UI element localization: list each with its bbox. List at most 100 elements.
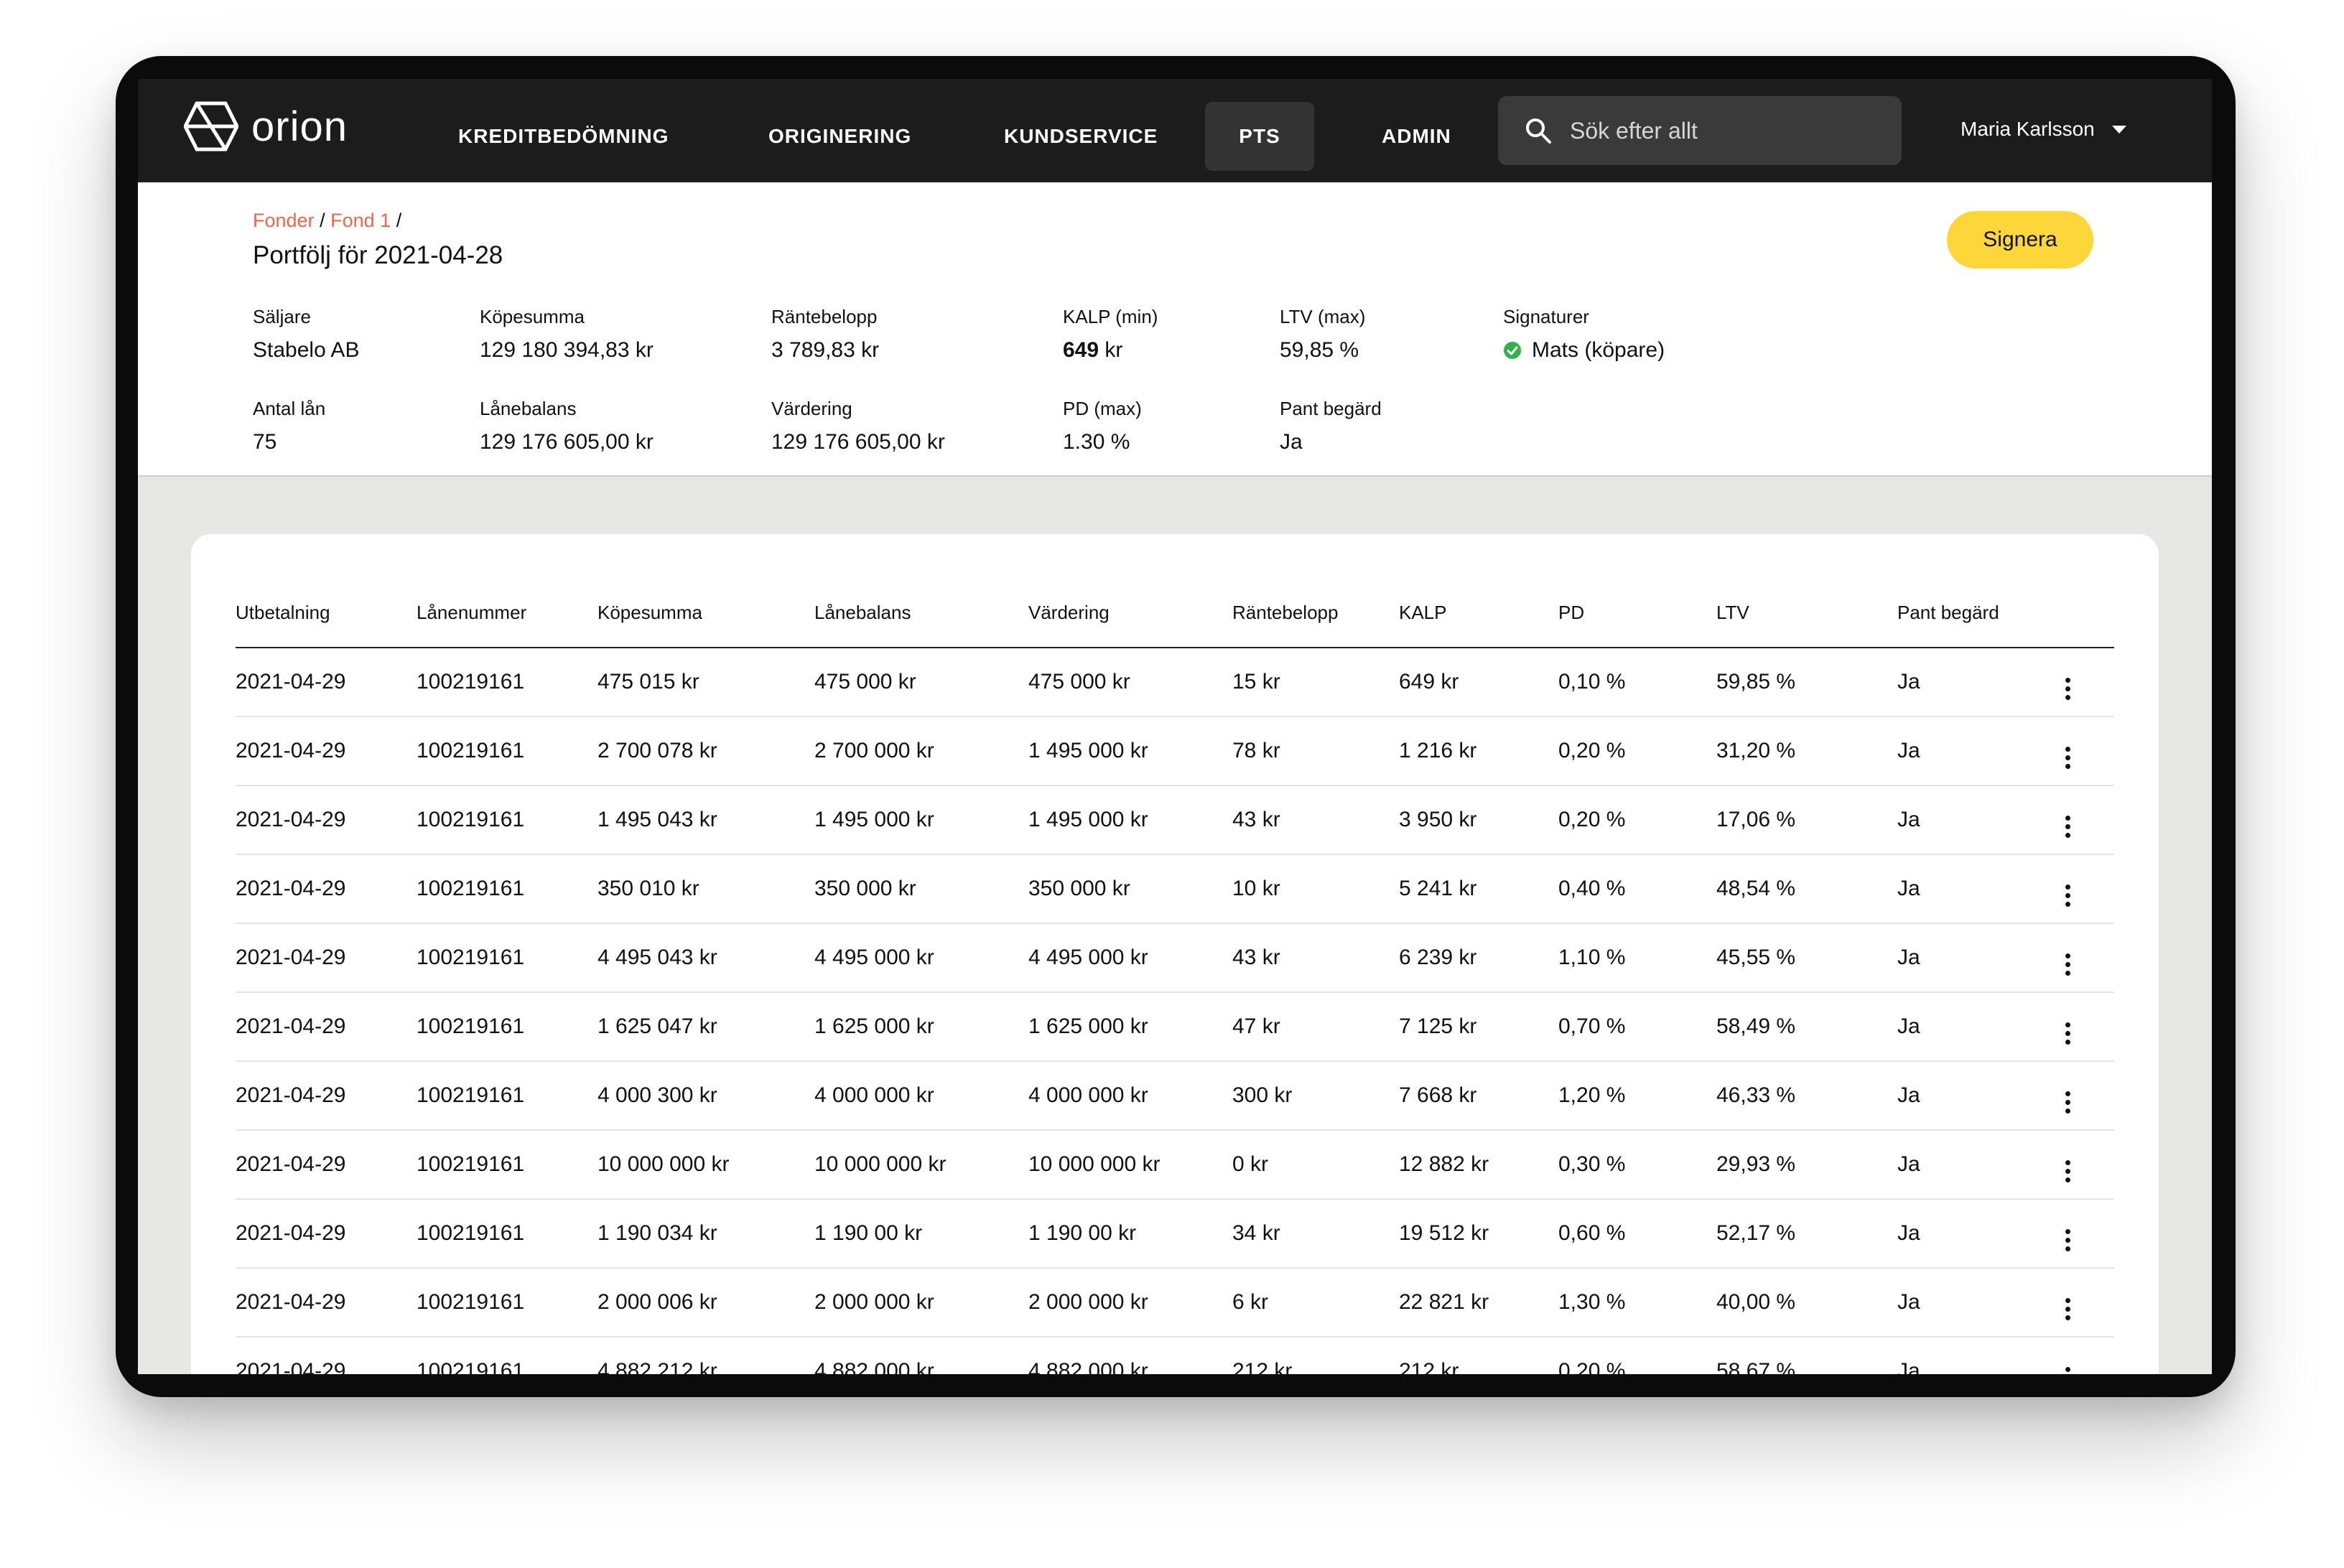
table-cell: 5 241 kr (1399, 854, 1558, 924)
stat-value-unit: kr (1099, 338, 1123, 362)
table-cell: 475 000 kr (1028, 648, 1232, 717)
table-row[interactable]: 2021-04-29 100219161 2 000 006 kr 2 000 000… (236, 1268, 2114, 1338)
breadcrumb: Fonder / Fond 1 / (253, 210, 401, 232)
column-header[interactable]: Köpesumma (597, 579, 814, 648)
table-body: 2021-04-29 100219161 475 015 kr 475 000 kr 4… (236, 648, 2114, 1374)
stat-value: 59,85 % (1280, 338, 1359, 362)
table-cell: Ja (1897, 648, 2064, 717)
more-options-icon[interactable] (2064, 885, 2071, 907)
table-cell: 4 882 212 kr (597, 1337, 814, 1374)
table-cell: 0,20 % (1558, 785, 1716, 855)
table-cell: 4 495 000 kr (814, 923, 1028, 993)
stat-pd-max: PD (max) 1.30 % (1063, 398, 1142, 454)
table-cell: Ja (1897, 1337, 2064, 1374)
table-row[interactable]: 2021-04-29 100219161 1 190 034 kr 1 190 00 … (236, 1199, 2114, 1269)
table-cell: 2 700 078 kr (597, 717, 814, 786)
row-actions-cell (2064, 648, 2114, 717)
table-row[interactable]: 2021-04-29 100219161 4 000 300 kr 4 000 000… (236, 1061, 2114, 1131)
table-cell: 4 495 000 kr (1028, 923, 1232, 993)
column-header[interactable]: Lånebalans (814, 579, 1028, 648)
column-header[interactable]: Värdering (1028, 579, 1232, 648)
row-actions-cell (2064, 854, 2114, 924)
breadcrumb-link-fonder[interactable]: Fonder (253, 210, 315, 231)
page-title: Portfölj för 2021-04-28 (253, 241, 503, 269)
more-options-icon[interactable] (2064, 1160, 2071, 1182)
table-cell: 100219161 (417, 785, 597, 855)
more-options-icon[interactable] (2064, 953, 2071, 976)
table-cell: 1 495 000 kr (814, 785, 1028, 855)
nav-item-kundservice[interactable]: KUNDSERVICE (969, 102, 1192, 171)
more-options-icon[interactable] (2064, 747, 2071, 769)
more-options-icon[interactable] (2064, 1229, 2071, 1251)
table-cell: 52,17 % (1716, 1199, 1897, 1269)
more-options-icon[interactable] (2064, 1367, 2071, 1374)
stat-value: 1.30 % (1063, 430, 1130, 454)
stat-value: 129 176 605,00 kr (771, 430, 945, 454)
user-menu[interactable]: Maria Karlsson (1961, 118, 2126, 141)
column-header[interactable]: LTV (1716, 579, 1897, 648)
table-cell: 58,49 % (1716, 992, 1897, 1062)
table-cell: 100219161 (417, 854, 597, 924)
table-row[interactable]: 2021-04-29 100219161 1 495 043 kr 1 495 000… (236, 785, 2114, 855)
nav-item-originering[interactable]: ORIGINERING (734, 102, 946, 171)
app-screen: orion KREDITBEDÖMNING ORIGINERING KUNDSE… (138, 79, 2212, 1374)
more-options-icon[interactable] (2064, 1298, 2071, 1320)
table-cell: 350 000 kr (1028, 854, 1232, 924)
stat-signatures: Signaturer Mats (köpare) (1503, 306, 1665, 363)
table-cell: 10 000 000 kr (814, 1130, 1028, 1200)
table-cell: 29,93 % (1716, 1130, 1897, 1200)
stat-label: Säljare (253, 306, 311, 327)
search-input[interactable] (1570, 117, 1886, 144)
column-header-actions (2064, 579, 2114, 648)
table-cell: 34 kr (1232, 1199, 1399, 1269)
logo[interactable]: orion (184, 101, 348, 152)
stat-seller: Säljare Stabelo AB (253, 306, 359, 363)
stat-interest-amount: Räntebelopp 3 789,83 kr (771, 306, 879, 363)
breadcrumb-link-fond[interactable]: Fond 1 (330, 210, 391, 231)
column-header[interactable]: Utbetalning (236, 579, 417, 648)
stat-label: Lånebalans (480, 398, 577, 419)
table-cell: 48,54 % (1716, 854, 1897, 924)
table-row[interactable]: 2021-04-29 100219161 10 000 000 kr 10 000 0… (236, 1130, 2114, 1200)
row-actions-cell (2064, 717, 2114, 786)
table-cell: 17,06 % (1716, 785, 1897, 855)
stat-valuation: Värdering 129 176 605,00 kr (771, 398, 945, 454)
stat-label: Antal lån (253, 398, 326, 419)
stat-label: Köpesumma (480, 306, 585, 327)
table-row[interactable]: 2021-04-29 100219161 4 495 043 kr 4 495 000… (236, 923, 2114, 993)
table-cell: 2 000 006 kr (597, 1268, 814, 1338)
table-cell: 10 000 000 kr (597, 1130, 814, 1200)
table-row[interactable]: 2021-04-29 100219161 2 700 078 kr 2 700 000… (236, 717, 2114, 786)
nav-item-kreditbedomning[interactable]: KREDITBEDÖMNING (424, 102, 703, 171)
more-options-icon[interactable] (2064, 1022, 2071, 1045)
table-row[interactable]: 2021-04-29 100219161 475 015 kr 475 000 kr 4… (236, 648, 2114, 717)
stat-label: Pant begärd (1280, 398, 1382, 419)
sign-button[interactable]: Signera (1947, 211, 2093, 269)
column-header[interactable]: Pant begärd (1897, 579, 2064, 648)
more-options-icon[interactable] (2064, 816, 2071, 838)
column-header[interactable]: Räntebelopp (1232, 579, 1399, 648)
column-header[interactable]: Lånenummer (417, 579, 597, 648)
more-options-icon[interactable] (2064, 1091, 2071, 1114)
table-cell: 1,20 % (1558, 1061, 1716, 1131)
nav-item-admin[interactable]: ADMIN (1347, 102, 1486, 171)
table-row[interactable]: 2021-04-29 100219161 4 882 212 kr 4 882 000… (236, 1337, 2114, 1374)
search-box[interactable] (1498, 96, 1902, 165)
table-row[interactable]: 2021-04-29 100219161 1 625 047 kr 1 625 000… (236, 992, 2114, 1062)
table-cell: 475 015 kr (597, 648, 814, 717)
stat-purchase-sum: Köpesumma 129 180 394,83 kr (480, 306, 654, 363)
table-cell: 1 190 00 kr (814, 1199, 1028, 1269)
table-row[interactable]: 2021-04-29 100219161 350 010 kr 350 000 kr 3… (236, 854, 2114, 924)
nav-item-pts[interactable]: PTS (1205, 102, 1314, 171)
table-cell: 2 700 000 kr (814, 717, 1028, 786)
table-header-row: Utbetalning Lånenummer Köpesumma Lånebal… (236, 579, 2114, 648)
table-cell: Ja (1897, 1268, 2064, 1338)
table-cell: 1 190 034 kr (597, 1199, 814, 1269)
table-cell: 2021-04-29 (236, 854, 417, 924)
column-header[interactable]: PD (1558, 579, 1716, 648)
search-icon (1526, 118, 1551, 144)
more-options-icon[interactable] (2064, 678, 2071, 700)
row-actions-cell (2064, 1337, 2114, 1374)
column-header[interactable]: KALP (1399, 579, 1558, 648)
row-actions-cell (2064, 1268, 2114, 1338)
